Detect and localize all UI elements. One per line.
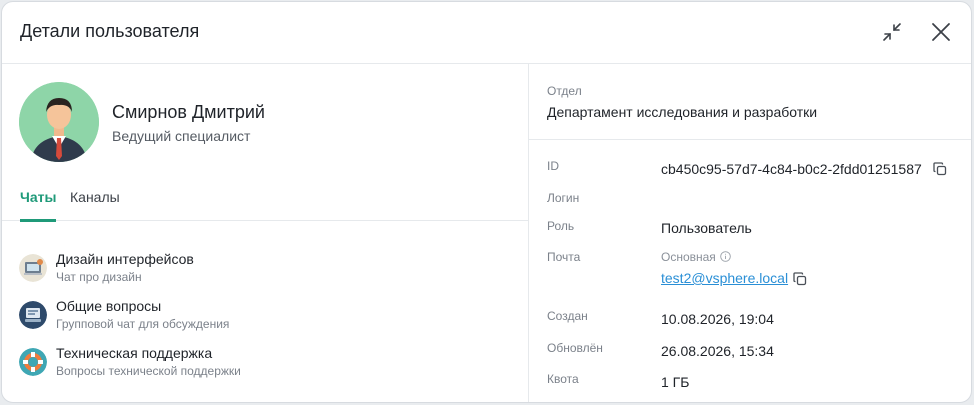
close-icon (932, 23, 950, 41)
chat-list-item[interactable]: Общие вопросы Групповой чат для обсужден… (19, 298, 499, 338)
role-label: Роль (547, 219, 575, 233)
id-label: ID (547, 159, 559, 173)
dialog-title: Детали пользователя (20, 21, 200, 41)
chat-name: Техническая поддержка (56, 345, 213, 361)
chat-name: Общие вопросы (56, 298, 162, 314)
user-details-dialog: Детали пользователя Смирнов Дмитрий Веду… (1, 1, 972, 403)
email-primary-label: Основная (661, 250, 731, 264)
chat-description: Вопросы технической поддержки (56, 364, 241, 378)
user-avatar-icon (19, 82, 99, 162)
email-link[interactable]: test2@vsphere.local (661, 270, 788, 286)
login-label: Логин (547, 191, 580, 205)
collapse-icon (883, 23, 901, 41)
dialog-header: Детали пользователя (2, 2, 971, 64)
copy-id-icon[interactable] (932, 161, 948, 177)
tab-chats[interactable]: Чаты (20, 189, 57, 222)
chat-description: Групповой чат для обсуждения (56, 317, 230, 331)
close-button[interactable] (928, 19, 954, 45)
user-profile-panel: Смирнов Дмитрий Ведущий специалист Чаты … (2, 64, 528, 402)
support-chat-icon (19, 348, 47, 376)
collapse-button[interactable] (879, 19, 905, 45)
quota-value: 1 ГБ (661, 374, 690, 390)
user-name: Смирнов Дмитрий (112, 102, 265, 122)
avatar (19, 82, 99, 162)
divider (529, 139, 971, 140)
created-value: 10.08.2026, 19:04 (661, 311, 774, 327)
chat-description: Чат про дизайн (56, 270, 142, 284)
general-chat-icon (19, 301, 47, 329)
id-value: cb450c95-57d7-4c84-b0c2-2fdd01251587 (661, 161, 922, 177)
department-label: Отдел (547, 84, 582, 98)
email-label: Почта (547, 250, 581, 264)
tabs-bar: Чаты Каналы (2, 178, 528, 222)
quota-label: Квота (547, 372, 579, 386)
updated-label: Обновлён (547, 341, 603, 355)
design-chat-icon (19, 254, 47, 282)
updated-value: 26.08.2026, 15:34 (661, 343, 774, 359)
chat-list-item[interactable]: Дизайн интерфейсов Чат про дизайн (19, 251, 499, 291)
email-primary-text: Основная (661, 250, 716, 264)
chat-name: Дизайн интерфейсов (56, 251, 194, 267)
user-info-panel: Отдел Департамент исследования и разрабо… (528, 64, 971, 402)
user-position: Ведущий специалист (112, 128, 251, 144)
copy-email-icon[interactable] (792, 271, 808, 287)
chat-list-item[interactable]: Техническая поддержка Вопросы техническо… (19, 345, 499, 385)
info-icon[interactable] (720, 251, 731, 262)
department-value: Департамент исследования и разработки (547, 104, 818, 120)
tab-channels[interactable]: Каналы (70, 189, 120, 221)
role-value: Пользователь (661, 220, 752, 236)
created-label: Создан (547, 309, 588, 323)
